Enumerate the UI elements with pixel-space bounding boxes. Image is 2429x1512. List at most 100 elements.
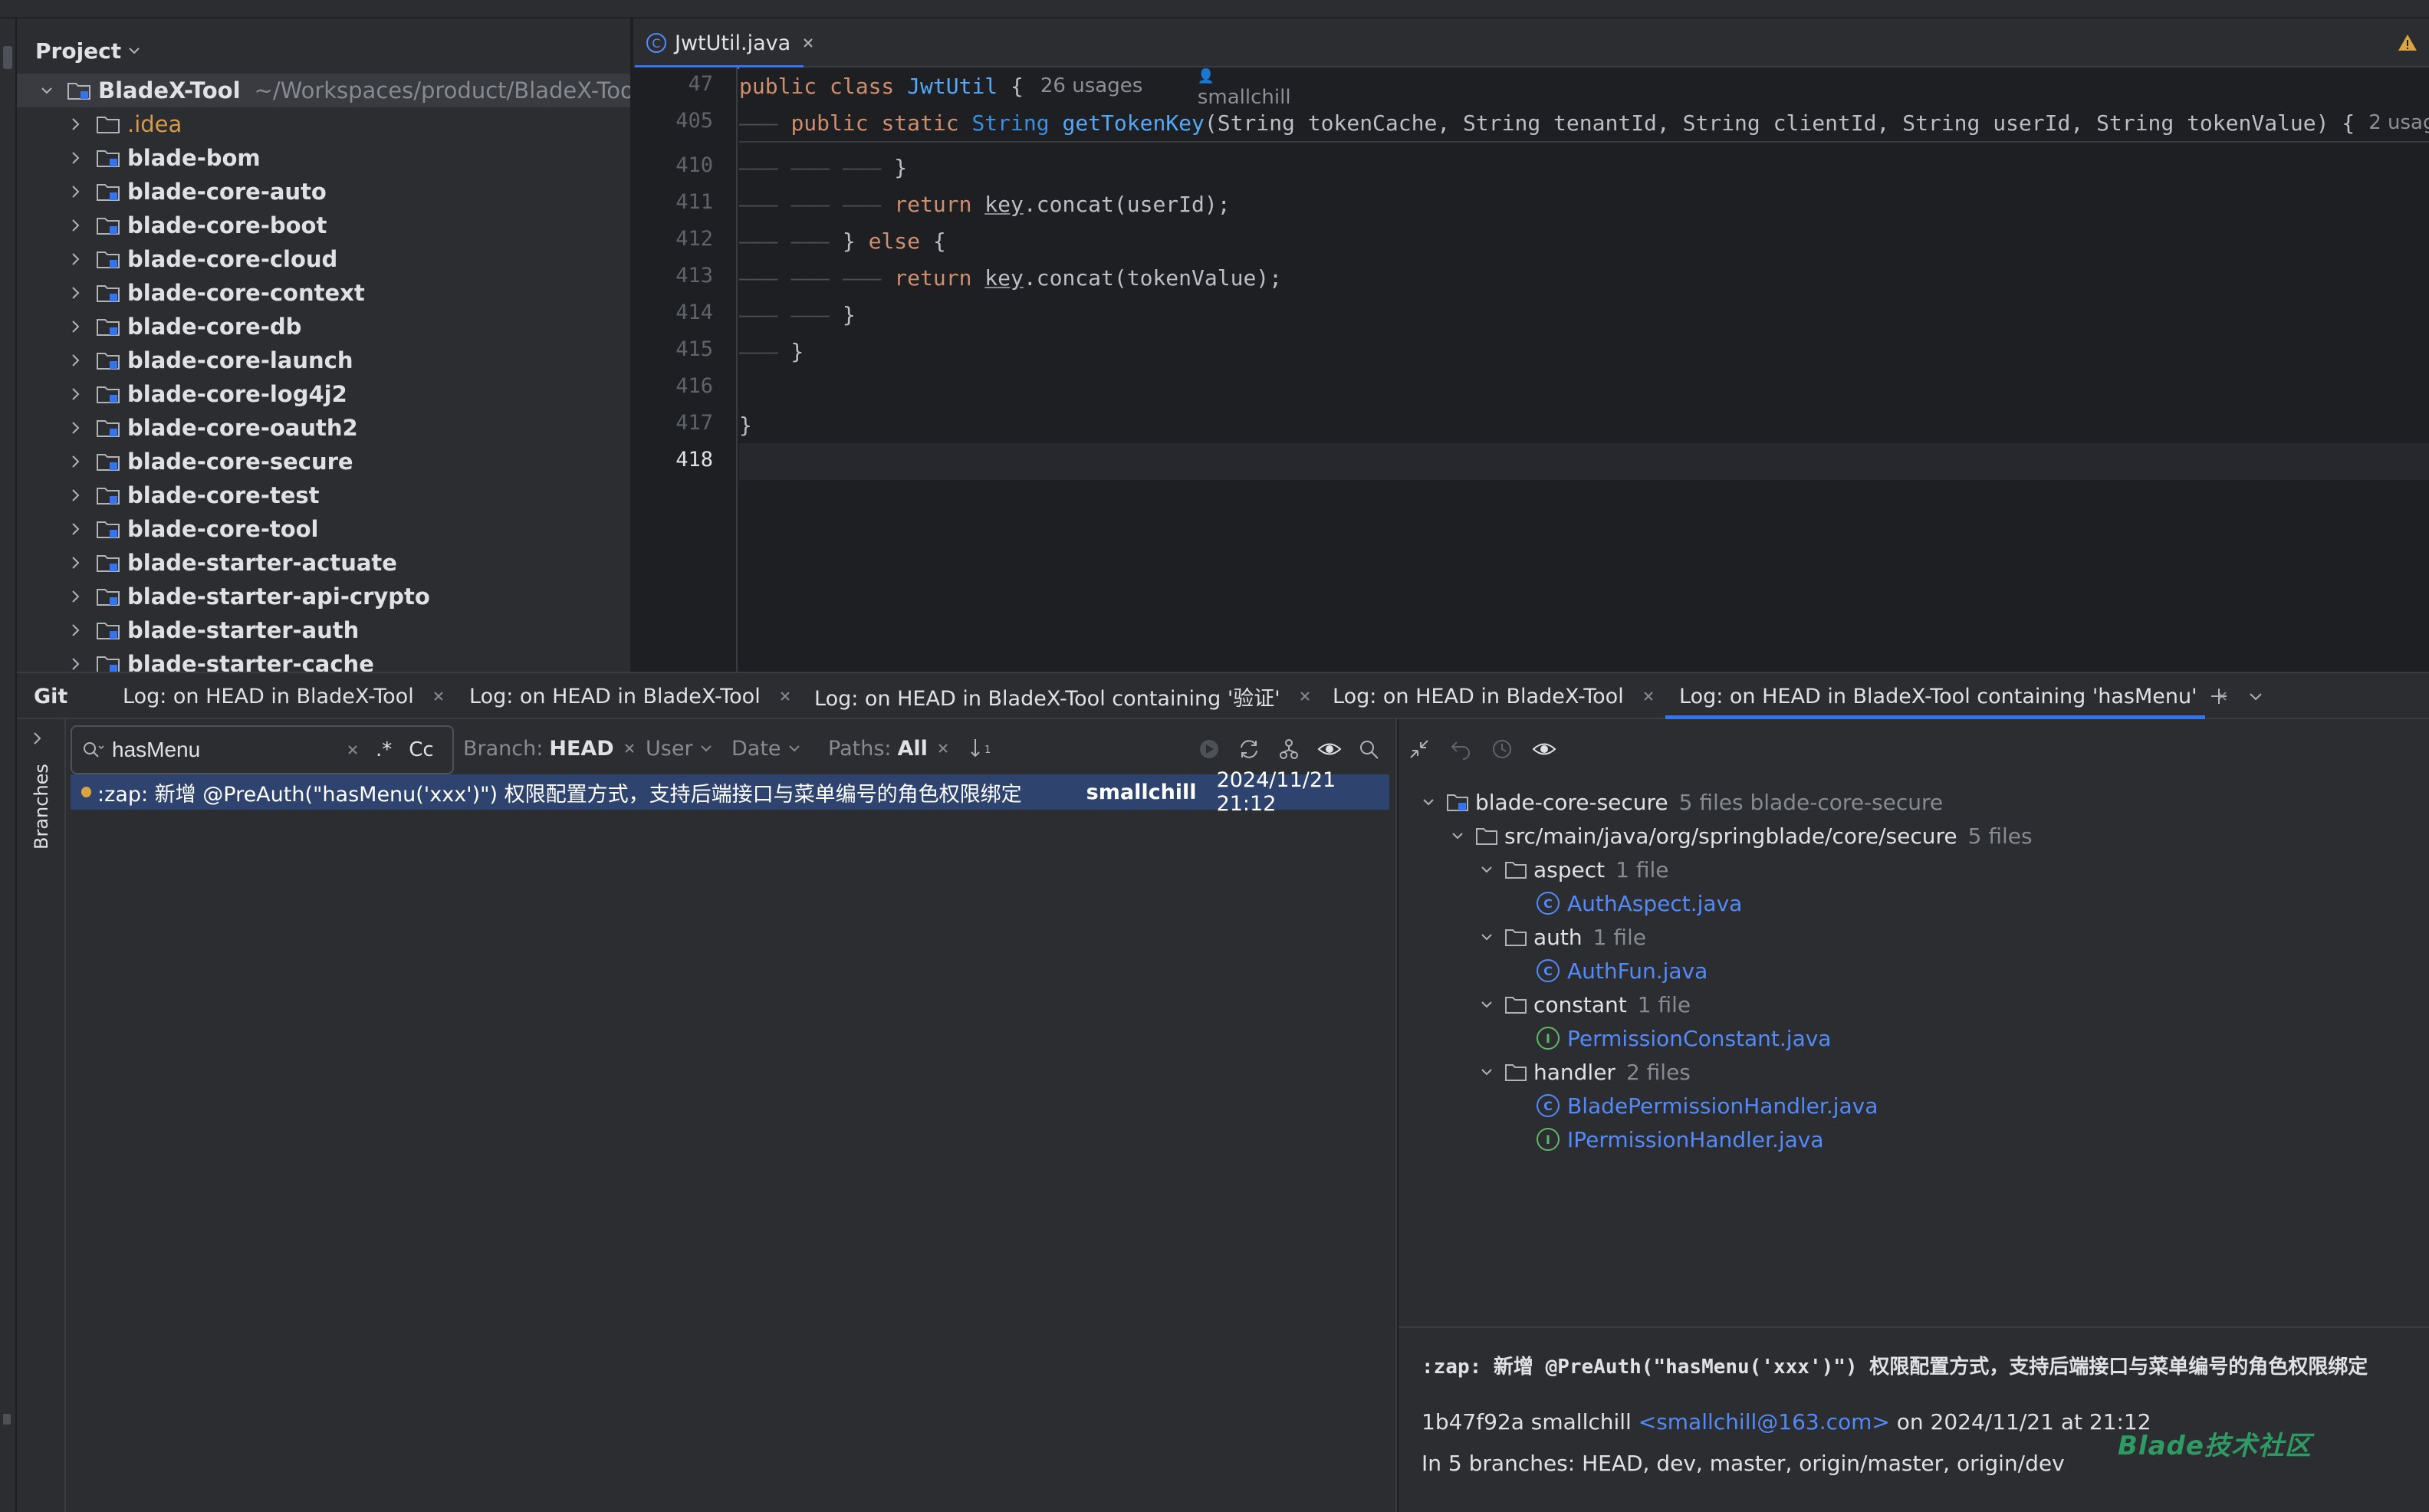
tree-item[interactable]: blade-core-context xyxy=(17,276,630,310)
project-panel-header[interactable]: Project xyxy=(35,29,141,72)
log-search-box[interactable]: .* Cc xyxy=(71,725,454,774)
git-log-tab[interactable]: Log: on HEAD in BladeX-Tool containing '… xyxy=(1679,673,2230,719)
tree-item[interactable]: blade-bom xyxy=(17,141,630,175)
chevron-down-icon[interactable] xyxy=(35,79,58,102)
tree-item[interactable]: blade-starter-auth xyxy=(17,613,630,647)
tree-item[interactable]: blade-core-secure xyxy=(17,445,630,478)
tree-item[interactable]: blade-core-test xyxy=(17,478,630,512)
commit-row[interactable]: :zap: 新增 @PreAuth("hasMenu('xxx')") 权限配置… xyxy=(71,768,1389,816)
cherry-pick-disabled-icon[interactable] xyxy=(1198,738,1221,761)
changes-folder-node[interactable]: handler 2 files xyxy=(1478,1055,1691,1089)
chevron-right-icon[interactable] xyxy=(64,248,87,271)
branch-graph-icon[interactable] xyxy=(1277,738,1300,761)
tree-item[interactable]: blade-core-db xyxy=(17,310,630,343)
code-line[interactable]: } xyxy=(739,406,2429,443)
chevron-right-icon[interactable] xyxy=(64,518,87,541)
tree-item[interactable]: blade-core-launch xyxy=(17,343,630,377)
tool-icon[interactable] xyxy=(3,1414,11,1425)
sticky-line-method[interactable]: ——— public static String getTokenKey (St… xyxy=(739,104,2429,143)
tab-jwtutil-java[interactable]: C JwtUtil.java xyxy=(633,18,827,69)
chevron-right-icon[interactable] xyxy=(64,281,87,304)
code-line[interactable] xyxy=(739,370,2429,406)
tree-item[interactable]: .idea xyxy=(17,107,630,141)
git-log-tab[interactable]: Log: on HEAD in BladeX-Tool xyxy=(469,673,793,719)
tree-item[interactable]: blade-core-cloud xyxy=(17,242,630,276)
chevron-right-icon[interactable] xyxy=(64,214,87,237)
tree-item[interactable]: blade-core-tool xyxy=(17,512,630,546)
chevron-right-icon[interactable] xyxy=(64,146,87,169)
search-icon[interactable] xyxy=(1359,739,1380,761)
changed-file[interactable]: I IPermissionHandler.java xyxy=(1537,1122,1824,1156)
branches-strip[interactable]: Branches xyxy=(17,719,66,1512)
tree-item[interactable]: blade-core-auto xyxy=(17,175,630,209)
chevron-right-icon[interactable] xyxy=(64,450,87,473)
chevron-right-icon[interactable] xyxy=(64,551,87,574)
chevron-right-icon[interactable] xyxy=(64,315,87,338)
search-input[interactable] xyxy=(110,737,328,763)
chevron-down-icon[interactable] xyxy=(2247,687,2265,705)
changed-file[interactable]: C AuthAspect.java xyxy=(1537,886,1742,920)
close-icon[interactable] xyxy=(937,742,949,754)
chevron-right-icon[interactable] xyxy=(64,619,87,642)
code-line[interactable]: ——— ——— } else { xyxy=(739,222,2429,259)
tree-item[interactable]: blade-starter-api-crypto xyxy=(17,580,630,613)
paths-filter[interactable]: Paths: All xyxy=(828,730,949,767)
tree-item[interactable]: blade-starter-cache xyxy=(17,647,630,672)
tree-item[interactable]: blade-core-log4j2 xyxy=(17,377,630,411)
tree-item[interactable]: blade-core-oauth2 xyxy=(17,411,630,445)
changed-file[interactable]: C AuthFun.java xyxy=(1537,954,1708,988)
code-editor[interactable]: public class JwtUtil { 26 usages 👤 small… xyxy=(739,67,2429,672)
git-log-tab[interactable]: Log: on HEAD in BladeX-Tool containing '… xyxy=(814,673,1313,719)
changed-file[interactable]: I PermissionConstant.java xyxy=(1537,1021,1831,1055)
code-line[interactable]: ——— ——— } xyxy=(739,296,2429,333)
date-filter[interactable]: Date xyxy=(731,730,801,767)
sticky-line-class[interactable]: public class JwtUtil { 26 usages 👤 small… xyxy=(739,67,2429,109)
close-icon[interactable] xyxy=(431,689,446,704)
revert-icon[interactable] xyxy=(1449,738,1472,761)
eye-icon[interactable] xyxy=(1317,739,1342,759)
collapse-icon[interactable] xyxy=(1408,738,1431,761)
chevron-right-icon[interactable] xyxy=(64,585,87,608)
user-filter[interactable]: User xyxy=(646,730,713,767)
project-toolwindow-icon[interactable] xyxy=(3,46,12,69)
tree-item[interactable]: blade-core-boot xyxy=(17,209,630,242)
chevron-right-icon[interactable] xyxy=(64,652,87,672)
changes-folder-node[interactable]: auth 1 file xyxy=(1478,920,1646,954)
changes-folder-node[interactable]: aspect 1 file xyxy=(1478,853,1668,886)
chevron-right-icon[interactable] xyxy=(64,349,87,372)
close-icon[interactable] xyxy=(1641,689,1656,704)
tree-root-bladex-tool[interactable]: BladeX-Tool ~/Workspaces/product/BladeX-… xyxy=(17,74,630,107)
close-icon[interactable] xyxy=(1297,689,1313,704)
chevron-right-icon[interactable] xyxy=(64,484,87,507)
usages-hint[interactable]: 2 usag xyxy=(2368,111,2429,134)
chevron-right-icon[interactable] xyxy=(31,730,44,747)
history-icon[interactable] xyxy=(1491,738,1514,761)
warning-icon[interactable] xyxy=(2397,32,2418,54)
usages-hint[interactable]: 26 usages xyxy=(1040,74,1142,97)
changed-file[interactable]: C BladePermissionHandler.java xyxy=(1537,1089,1878,1122)
git-log-tab[interactable]: Log: on HEAD in BladeX-Tool xyxy=(1333,673,1656,719)
close-icon[interactable] xyxy=(777,689,793,704)
git-log-tab[interactable]: Log: on HEAD in BladeX-Tool xyxy=(123,673,446,719)
details-email-link[interactable]: <smallchill@163.com> xyxy=(1639,1409,1890,1435)
code-line[interactable]: ——— ——— ——— return key .concat(userId); xyxy=(739,186,2429,222)
close-icon[interactable] xyxy=(801,36,815,50)
sort-icon[interactable]: 1 xyxy=(969,736,995,761)
add-tab-icon[interactable] xyxy=(2208,685,2230,707)
clear-search-icon[interactable] xyxy=(347,744,359,756)
code-line[interactable]: ——— ——— ——— } xyxy=(739,149,2429,186)
chevron-right-icon[interactable] xyxy=(64,113,87,136)
changes-module-node[interactable]: blade-core-secure 5 files blade-core-sec… xyxy=(1420,785,1943,819)
close-icon[interactable] xyxy=(623,742,636,754)
regex-toggle[interactable]: .* xyxy=(376,738,392,761)
chevron-right-icon[interactable] xyxy=(64,180,87,203)
code-line[interactable]: ——— ——— ——— return key .concat(tokenValue… xyxy=(739,259,2429,296)
refresh-icon[interactable] xyxy=(1238,738,1261,761)
match-case-toggle[interactable]: Cc xyxy=(409,738,433,761)
changes-folder-node[interactable]: constant 1 file xyxy=(1478,988,1691,1021)
eye-icon[interactable] xyxy=(1532,739,1556,759)
code-line[interactable]: ——— } xyxy=(739,333,2429,370)
chevron-right-icon[interactable] xyxy=(64,416,87,439)
branches-label[interactable]: Branches xyxy=(31,764,52,850)
changes-path-node[interactable]: src/main/java/org/springblade/core/secur… xyxy=(1449,819,2033,853)
